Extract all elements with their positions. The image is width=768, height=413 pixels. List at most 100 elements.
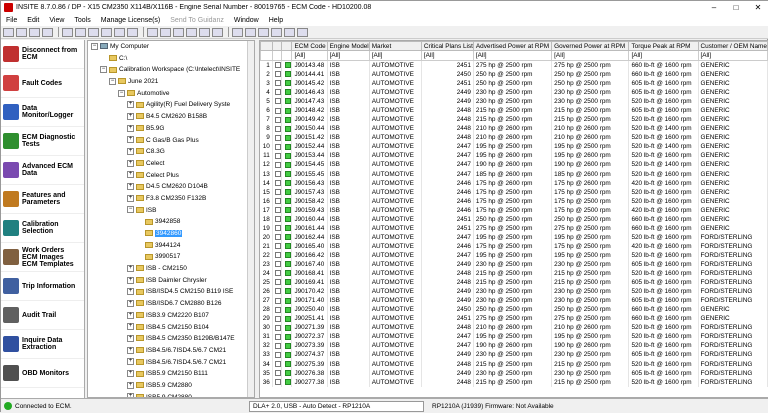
tree-node[interactable]: + ISB4.5/6.7ISD4.5/6.7 CM21	[88, 345, 254, 357]
expand-icon[interactable]: +	[127, 101, 134, 109]
column-header[interactable]: Advertised Power at RPM	[472, 41, 553, 51]
table-row[interactable]: 9 J90151.42 ISB AUTOMOTIVE 2448 210 hp @ 2600…	[260, 133, 768, 143]
row-checkbox[interactable]	[274, 288, 281, 295]
column-header[interactable]: Critical Plans List	[420, 41, 474, 51]
menu-manage-license-s[interactable]: Manage License(s)	[96, 17, 166, 24]
collapse-icon[interactable]: −	[109, 77, 116, 85]
row-checkbox[interactable]	[274, 116, 281, 123]
table-row[interactable]: 5 J90147.43 ISB AUTOMOTIVE 2449 230 hp @ 2500…	[260, 97, 768, 107]
sidebar-item-audit-trail[interactable]: Audit Trail	[1, 301, 84, 330]
row-checkbox[interactable]	[274, 279, 281, 286]
table-row[interactable]: 16 J90158.42 ISB AUTOMOTIVE 2446 175 hp @ 250…	[260, 196, 768, 206]
row-checkbox[interactable]	[274, 188, 281, 195]
row-checkbox[interactable]	[274, 179, 281, 186]
expand-icon[interactable]: +	[127, 299, 134, 307]
menu-edit[interactable]: Edit	[22, 17, 44, 24]
row-checkbox[interactable]	[274, 107, 281, 114]
row-checkbox[interactable]	[274, 261, 281, 268]
table-row[interactable]: 3 J90145.42 ISB AUTOMOTIVE 2451 250 hp @ 2500…	[260, 79, 768, 89]
toolbar-button-icon[interactable]	[284, 27, 295, 37]
toolbar-button-icon[interactable]	[16, 27, 27, 37]
toolbar-button-icon[interactable]	[258, 27, 269, 37]
column-filter[interactable]: [All]	[697, 50, 768, 61]
tree-node[interactable]: 3942858	[88, 216, 254, 228]
expand-icon[interactable]: +	[127, 370, 134, 378]
toolbar-button-icon[interactable]	[199, 27, 210, 37]
collapse-icon[interactable]: −	[91, 42, 98, 50]
sidebar-item-advanced-ecm-data[interactable]: Advanced ECM Data	[1, 156, 84, 185]
table-row[interactable]: 30 J90271.39 ISB AUTOMOTIVE 2448 210 hp @ 260…	[260, 323, 768, 333]
menu-view[interactable]: View	[44, 17, 69, 24]
row-checkbox[interactable]	[274, 216, 281, 223]
column-filter[interactable]: [All]	[551, 50, 630, 61]
expand-icon[interactable]: +	[127, 288, 134, 296]
table-row[interactable]: 34 J90275.39 ISB AUTOMOTIVE 2448 215 hp @ 250…	[260, 359, 768, 369]
toolbar-button-icon[interactable]	[245, 27, 256, 37]
tree-node[interactable]: + ISB5.9 CM2880	[88, 380, 254, 392]
table-row[interactable]: 17 J90159.43 ISB AUTOMOTIVE 2446 175 hp @ 250…	[260, 205, 768, 215]
toolbar-button-icon[interactable]	[114, 27, 125, 37]
table-row[interactable]: 29 J90251.41 ISB AUTOMOTIVE 2451 275 hp @ 250…	[260, 314, 768, 324]
row-checkbox[interactable]	[274, 369, 281, 376]
sidebar-item-fault-codes[interactable]: Fault Codes	[1, 69, 84, 98]
expand-icon[interactable]: +	[127, 358, 134, 366]
column-filter[interactable]: [All]	[326, 50, 370, 61]
table-row[interactable]: 8 J90150.44 ISB AUTOMOTIVE 2448 210 hp @ 2600…	[260, 124, 768, 134]
sidebar-item-features-and-parameters[interactable]: Features and Parameters	[1, 185, 84, 214]
sidebar-item-calibration-selection[interactable]: Calibration Selection	[1, 214, 84, 243]
table-row[interactable]: 20 J90162.44 ISB AUTOMOTIVE 2447 195 hp @ 250…	[260, 232, 768, 242]
column-header[interactable]: Customer / OEM Name	[697, 41, 768, 51]
toolbar-button-icon[interactable]	[173, 27, 184, 37]
column-header[interactable]	[280, 41, 293, 51]
tree-node[interactable]: + ISB4.5/6.7ISD4.5/6.7 CM21	[88, 357, 254, 369]
column-filter[interactable]: [All]	[420, 50, 474, 61]
collapse-icon[interactable]: −	[118, 89, 125, 97]
expand-icon[interactable]: +	[127, 323, 134, 331]
row-checkbox[interactable]	[274, 351, 281, 358]
tree-node[interactable]: + Celect Plus	[88, 170, 254, 182]
toolbar-button-icon[interactable]	[232, 27, 243, 37]
row-checkbox[interactable]	[274, 143, 281, 150]
tree-node[interactable]: − June 2021	[88, 76, 254, 88]
table-row[interactable]: 24 J90168.41 ISB AUTOMOTIVE 2448 215 hp @ 250…	[260, 269, 768, 279]
adapter-select[interactable]: DLA+ 2.0, USB - Auto Detect - RP1210A	[249, 400, 424, 412]
tree-node[interactable]: + ISB - CM2150	[88, 263, 254, 275]
tree-node[interactable]: 3990517	[88, 251, 254, 263]
column-header[interactable]: Governed Power at RPM	[551, 41, 630, 51]
row-checkbox[interactable]	[274, 297, 281, 304]
tree-node[interactable]: + ISB/ISD6.7 CM2880 B126	[88, 298, 254, 310]
menu-send-to-guidanz[interactable]: Send To Guidanz	[165, 17, 229, 24]
expand-icon[interactable]: +	[127, 171, 134, 179]
toolbar-button-icon[interactable]	[127, 27, 138, 37]
row-checkbox[interactable]	[274, 170, 281, 177]
row-checkbox[interactable]	[274, 62, 281, 69]
sidebar-item-trip-information[interactable]: Trip Information	[1, 272, 84, 301]
row-checkbox[interactable]	[274, 71, 281, 78]
table-row[interactable]: 18 J90160.44 ISB AUTOMOTIVE 2451 250 hp @ 250…	[260, 214, 768, 224]
table-row[interactable]: 4 J90146.43 ISB AUTOMOTIVE 2449 230 hp @ 2500…	[260, 88, 768, 98]
menu-file[interactable]: File	[1, 17, 22, 24]
tree-node[interactable]: + B4.5 CM2620 B158B	[88, 111, 254, 123]
tree-node[interactable]: + ISB4.5 CM2350 B129B/B147E	[88, 333, 254, 345]
column-filter[interactable]: [All]	[291, 50, 328, 61]
expand-icon[interactable]: +	[127, 311, 134, 319]
expand-icon[interactable]: +	[127, 147, 134, 155]
toolbar-button-icon[interactable]	[62, 27, 73, 37]
minimize-button[interactable]: –	[703, 3, 725, 12]
row-checkbox[interactable]	[274, 125, 281, 132]
tree-node[interactable]: + C Gas/B Gas Plus	[88, 135, 254, 147]
table-row[interactable]: 25 J90169.41 ISB AUTOMOTIVE 2448 215 hp @ 250…	[260, 278, 768, 288]
expand-icon[interactable]: +	[127, 112, 134, 120]
sidebar-item-obd-monitors[interactable]: OBD Monitors	[1, 359, 84, 388]
row-checkbox[interactable]	[274, 134, 281, 141]
tree-node[interactable]: + B5.9G	[88, 123, 254, 135]
row-checkbox[interactable]	[274, 324, 281, 331]
column-header[interactable]	[260, 41, 273, 51]
tree-node[interactable]: + ISB3.9 CM2220 B107	[88, 310, 254, 322]
table-row[interactable]: 36 J90277.38 ISB AUTOMOTIVE 2448 215 hp @ 250…	[260, 377, 768, 387]
row-checkbox[interactable]	[274, 152, 281, 159]
sidebar-item-disconnect-from-ecm[interactable]: Disconnect from ECM	[1, 40, 84, 69]
table-row[interactable]: 22 J90166.42 ISB AUTOMOTIVE 2447 195 hp @ 250…	[260, 250, 768, 260]
table-row[interactable]: 11 J90153.44 ISB AUTOMOTIVE 2447 195 hp @ 260…	[260, 151, 768, 161]
tree-node[interactable]: + F3.8 CM2350 F132B	[88, 193, 254, 205]
